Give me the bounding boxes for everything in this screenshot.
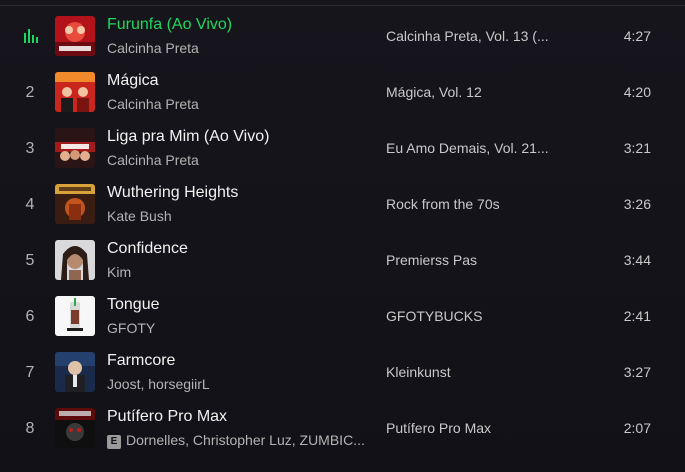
track-album[interactable]: Putífero Pro Max xyxy=(386,420,491,436)
track-row[interactable]: 3 Liga pra Mim (Ao Vivo) Calcinha Preta … xyxy=(0,120,685,176)
now-playing-equalizer-icon xyxy=(24,29,38,43)
track-title[interactable]: Tongue xyxy=(107,296,160,314)
album-cover[interactable] xyxy=(55,352,95,392)
calcinha-preta-vol13-cover-icon xyxy=(55,16,95,56)
track-duration: 4:27 xyxy=(623,28,651,44)
track-row[interactable]: 2 Mágica Calcinha Preta Mágica, Vol. 12 … xyxy=(0,64,685,120)
kleinkunst-cover-icon xyxy=(55,352,95,392)
track-duration: 2:07 xyxy=(623,420,651,436)
album-cover[interactable] xyxy=(55,240,95,280)
putifero-cover-icon xyxy=(55,408,95,448)
track-artist[interactable]: Calcinha Preta xyxy=(107,96,199,112)
track-title[interactable]: Liga pra Mim (Ao Vivo) xyxy=(107,128,269,146)
track-row[interactable]: Furunfa (Ao Vivo) Calcinha Preta Calcinh… xyxy=(0,8,685,64)
track-duration: 3:21 xyxy=(623,140,651,156)
track-duration: 4:20 xyxy=(623,84,651,100)
track-title[interactable]: Wuthering Heights xyxy=(107,184,238,202)
album-cover[interactable] xyxy=(55,72,95,112)
track-album[interactable]: Calcinha Preta, Vol. 13 (... xyxy=(386,28,549,44)
track-album[interactable]: Premierss Pas xyxy=(386,252,477,268)
album-cover[interactable] xyxy=(55,296,95,336)
track-duration: 3:27 xyxy=(623,364,651,380)
track-index: 2 xyxy=(25,84,35,101)
explicit-badge: E xyxy=(107,435,121,449)
track-duration: 2:41 xyxy=(623,308,651,324)
track-artist[interactable]: Kim xyxy=(107,264,131,280)
track-artist-line: E Dornelles, Christopher Luz, ZUMBIC... xyxy=(107,432,365,449)
track-title[interactable]: Furunfa (Ao Vivo) xyxy=(107,16,232,34)
track-artist[interactable]: Joost, horsegiirL xyxy=(107,376,210,392)
track-index: 7 xyxy=(25,364,35,381)
track-row[interactable]: 5 Confidence Kim Premierss Pas 3:44 xyxy=(0,232,685,288)
track-artist[interactable]: GFOTY xyxy=(107,320,155,336)
track-artist[interactable]: Calcinha Preta xyxy=(107,152,199,168)
track-row[interactable]: 8 Putífero Pro Max E Dornelles, Christoph… xyxy=(0,400,685,456)
rock-70s-cover-icon xyxy=(55,184,95,224)
track-artist[interactable]: Calcinha Preta xyxy=(107,40,199,56)
track-album[interactable]: Eu Amo Demais, Vol. 21... xyxy=(386,140,549,156)
album-cover[interactable] xyxy=(55,184,95,224)
calcinha-preta-magica-cover-icon xyxy=(55,72,95,112)
track-album[interactable]: Mágica, Vol. 12 xyxy=(386,84,482,100)
track-title[interactable]: Mágica xyxy=(107,72,159,90)
track-index: 5 xyxy=(25,252,35,269)
tracklist: Furunfa (Ao Vivo) Calcinha Preta Calcinh… xyxy=(0,0,685,472)
track-row[interactable]: 7 Farmcore Joost, horsegiirL Kleinkunst … xyxy=(0,344,685,400)
track-title[interactable]: Farmcore xyxy=(107,352,175,370)
track-index: 4 xyxy=(25,196,35,213)
track-title[interactable]: Confidence xyxy=(107,240,188,258)
track-artist[interactable]: Dornelles, Christopher Luz, ZUMBIC... xyxy=(126,432,365,448)
track-row[interactable]: 6 Tongue GFOTY GFOTYBUCKS 2:41 xyxy=(0,288,685,344)
album-cover[interactable] xyxy=(55,408,95,448)
divider xyxy=(0,5,685,6)
track-album[interactable]: GFOTYBUCKS xyxy=(386,308,482,324)
album-cover[interactable] xyxy=(55,16,95,56)
track-duration: 3:44 xyxy=(623,252,651,268)
track-title[interactable]: Putífero Pro Max xyxy=(107,408,227,426)
track-index: 6 xyxy=(25,308,35,325)
track-album[interactable]: Kleinkunst xyxy=(386,364,451,380)
track-duration: 3:26 xyxy=(623,196,651,212)
premierss-pas-cover-icon xyxy=(55,240,95,280)
track-album[interactable]: Rock from the 70s xyxy=(386,196,500,212)
eu-amo-demais-cover-icon xyxy=(55,128,95,168)
track-row[interactable]: 4 Wuthering Heights Kate Bush Rock from … xyxy=(0,176,685,232)
album-cover[interactable] xyxy=(55,128,95,168)
gfotybucks-cover-icon xyxy=(55,296,95,336)
track-artist[interactable]: Kate Bush xyxy=(107,208,172,224)
track-index: 8 xyxy=(25,420,35,437)
track-index: 3 xyxy=(25,140,35,157)
